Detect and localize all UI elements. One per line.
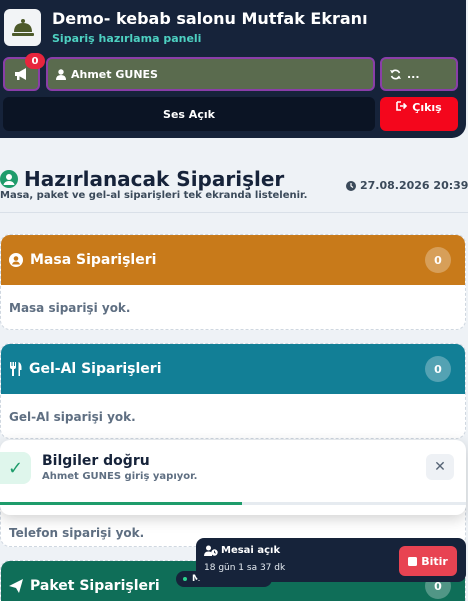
sync-icon [390,69,401,79]
sign-out-icon [396,101,408,111]
success-toast: ✓ Bilgiler doğru Ahmet GUNES giriş yapıy… [0,440,466,515]
logout-label: Çıkış [412,101,442,114]
clock-icon [346,180,356,191]
user-clock-icon [204,545,218,556]
table-orders-header[interactable]: Masa Siparişleri 0 [1,235,465,285]
order-count-badge: 0 [425,356,451,382]
megaphone-icon [15,67,26,80]
date-time-value: 27.08.2026 20:39 [360,179,468,192]
empty-state-text: Gel-Al siparişi yok. [9,410,136,424]
user-name: Ahmet GUNES [71,67,158,81]
status-dot [183,577,187,581]
table-orders-card: Masa Siparişleri 0 Masa siparişi yok. [0,234,466,330]
bell-icon [4,9,41,46]
toast-title: Bilgiler doğru [42,453,150,469]
finish-shift-label: Bitir [421,554,448,568]
sync-label: ... [407,67,420,81]
finish-shift-button[interactable]: Bitir [399,546,457,576]
shift-duration: 18 gün 1 sa 37 dk [204,563,286,573]
takeaway-orders-card: Gel-Al Siparişleri 0 Gel-Al siparişi yok… [0,343,466,439]
logout-button[interactable]: Çıkış [380,97,458,131]
shift-title-text: Mesai açık [221,545,281,556]
toast-message: Ahmet GUNES giriş yapıyor. [42,471,198,482]
toast-progress-bar [0,502,243,505]
app-title: Demo- kebab salonu Mutfak Ekranı [52,9,368,28]
user-icon [56,68,66,80]
toast-progress-track [0,502,466,505]
paper-plane-icon [9,579,23,593]
top-header: Demo- kebab salonu Mutfak Ekranı Sipariş… [0,0,466,138]
utensils-icon [10,362,22,376]
sound-toggle-button[interactable]: Ses Açık [3,97,375,131]
section-title: Masa Siparişleri [30,252,157,268]
page-heading: Hazırlanacak Siparişler [0,167,284,191]
sync-button[interactable]: ... [380,57,458,91]
shift-panel: Mesai açık 18 gün 1 sa 37 dk Bitir [196,538,466,582]
stop-icon [408,556,418,566]
page-description: Masa, paket ve gel-al siparişleri tek ek… [0,190,308,201]
empty-state-text: Masa siparişi yok. [9,301,131,315]
check-icon: ✓ [0,452,31,484]
page-title: Hazırlanacak Siparişler [24,167,285,191]
date-time: 27.08.2026 20:39 [346,179,468,192]
takeaway-orders-header[interactable]: Gel-Al Siparişleri 0 [1,344,465,394]
user-circle-icon [0,170,18,188]
close-icon[interactable]: ✕ [426,454,454,480]
divider [0,212,468,213]
section-title: Paket Siparişleri [30,578,160,594]
user-circle-icon [9,253,23,267]
section-title: Gel-Al Siparişleri [29,361,162,377]
shift-title: Mesai açık [204,545,280,556]
app-subtitle: Sipariş hazırlama paneli [52,32,202,45]
order-count-badge: 0 [425,247,451,273]
notification-count-badge: 0 [25,53,45,69]
user-button[interactable]: Ahmet GUNES [46,57,375,91]
